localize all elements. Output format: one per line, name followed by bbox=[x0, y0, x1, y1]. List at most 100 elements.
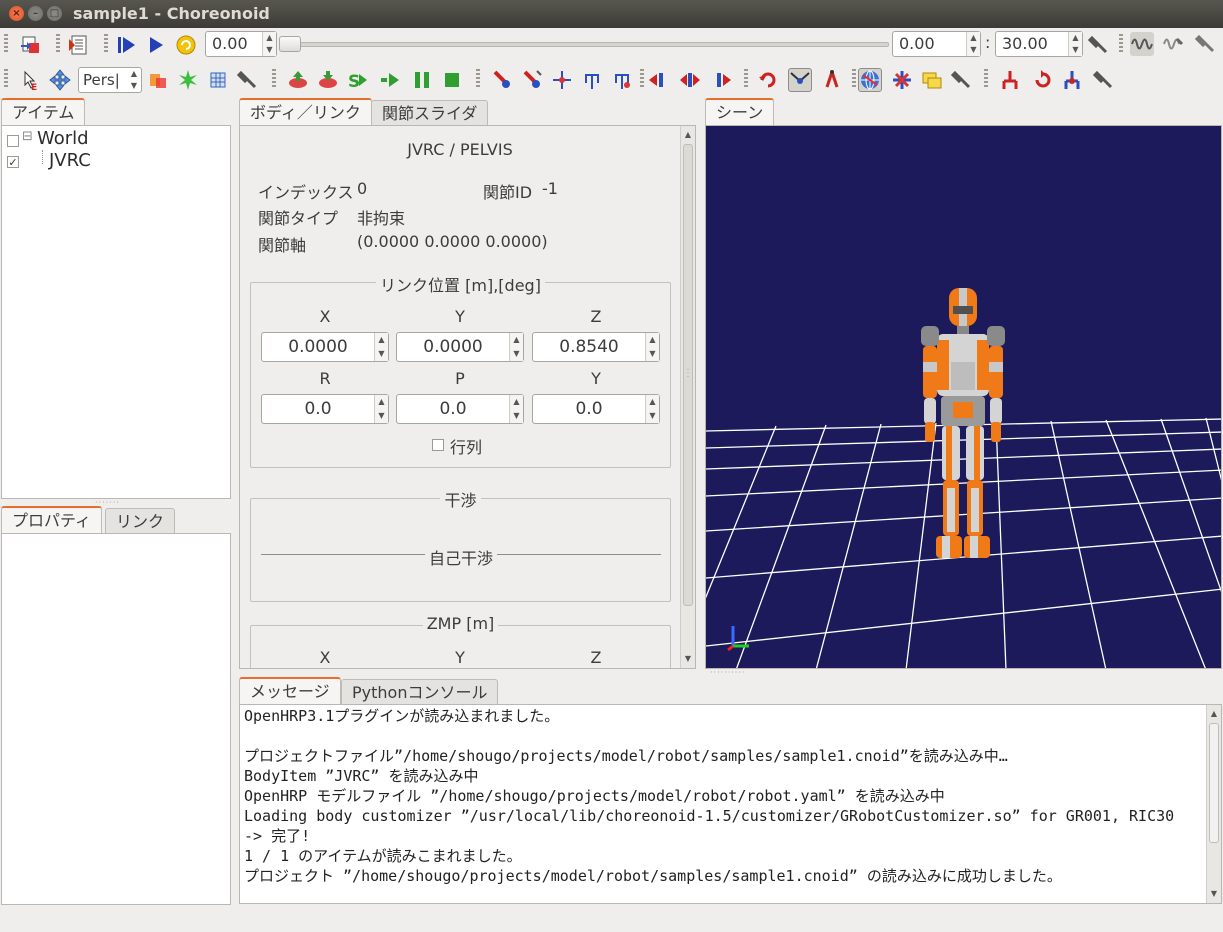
pos-z-input[interactable]: 0.8540 ▲ ▼ bbox=[532, 332, 660, 362]
time-spin-arrows[interactable]: ▲ ▼ bbox=[262, 32, 276, 56]
graph-settings-icon[interactable] bbox=[1194, 32, 1218, 56]
time-slider-handle[interactable] bbox=[279, 36, 301, 52]
pos-x-input[interactable]: 0.0000 ▲ ▼ bbox=[261, 332, 389, 362]
spin-arrows[interactable]: ▲ ▼ bbox=[374, 395, 388, 423]
minimize-window-button[interactable]: – bbox=[28, 6, 43, 21]
toolbar-grip[interactable] bbox=[852, 69, 856, 89]
window-stack-icon[interactable] bbox=[920, 68, 944, 92]
spin-arrows[interactable]: ▲ ▼ bbox=[645, 333, 659, 361]
scene-canvas[interactable] bbox=[706, 126, 1222, 669]
grid-icon[interactable] bbox=[206, 68, 230, 92]
flip-right-icon[interactable] bbox=[710, 68, 734, 92]
tab-link[interactable]: リンク bbox=[105, 508, 176, 533]
ik-pin-edit-icon[interactable] bbox=[520, 68, 544, 92]
pos-y-input[interactable]: 0.0000 ▲ ▼ bbox=[396, 332, 524, 362]
spin-arrows[interactable]: ▲ ▼ bbox=[509, 395, 523, 423]
sim-pause-icon[interactable] bbox=[410, 68, 434, 92]
toolbar-grip[interactable] bbox=[476, 69, 480, 89]
scene-viewport[interactable] bbox=[705, 125, 1222, 669]
rot-r-input[interactable]: 0.0 ▲ ▼ bbox=[261, 394, 389, 424]
world-checkbox[interactable] bbox=[7, 135, 19, 147]
current-time-input[interactable]: 0.00 ▲ ▼ bbox=[205, 31, 277, 57]
script-icon[interactable] bbox=[66, 33, 90, 57]
burst-icon[interactable] bbox=[176, 68, 200, 92]
toolbar-grip[interactable] bbox=[272, 69, 276, 89]
balance-icon[interactable] bbox=[820, 68, 844, 92]
play-icon[interactable] bbox=[144, 33, 168, 57]
range-start-spin-arrows[interactable]: ▲ ▼ bbox=[966, 32, 980, 56]
message-scrollbar[interactable]: ▲ ▼ bbox=[1206, 705, 1221, 903]
kinematics-ik-icon[interactable] bbox=[1060, 68, 1084, 92]
wrench-icon[interactable] bbox=[1087, 33, 1111, 57]
robot-jvrc[interactable] bbox=[921, 288, 1005, 558]
tab-items[interactable]: アイテム bbox=[1, 98, 86, 125]
toolbar-grip[interactable] bbox=[104, 34, 108, 54]
refresh-pose-icon[interactable] bbox=[756, 68, 780, 92]
edit-mode-icon[interactable]: E bbox=[18, 68, 42, 92]
splitter-handle[interactable]: ··· bbox=[683, 368, 692, 379]
sim-stop-icon[interactable] bbox=[440, 68, 464, 92]
time-range-start-input[interactable]: 0.00 ▲ ▼ bbox=[892, 31, 981, 57]
view-mode-select[interactable]: Pers| ▲ ▼ bbox=[78, 67, 142, 93]
scroll-down-button[interactable]: ▼ bbox=[1207, 887, 1221, 901]
refresh-icon[interactable] bbox=[174, 33, 198, 57]
joint-up-icon[interactable] bbox=[580, 68, 604, 92]
ik-pin-icon[interactable] bbox=[490, 68, 514, 92]
kinematics-fk-icon[interactable] bbox=[998, 68, 1022, 92]
graph-wave-icon[interactable] bbox=[1130, 32, 1154, 56]
tab-joint-slider[interactable]: 関節スライダ bbox=[371, 100, 489, 125]
toolbar-grip[interactable] bbox=[744, 69, 748, 89]
store-pose-icon[interactable] bbox=[286, 68, 310, 92]
tab-messages[interactable]: メッセージ bbox=[239, 677, 341, 704]
restore-pose-icon[interactable] bbox=[316, 68, 340, 92]
view-move-icon[interactable] bbox=[48, 68, 72, 92]
joint-center-icon[interactable] bbox=[550, 68, 574, 92]
tab-body-link[interactable]: ボディ／リンク bbox=[239, 98, 372, 125]
tab-scene[interactable]: シーン bbox=[705, 98, 775, 125]
time-slider-track[interactable] bbox=[283, 42, 889, 47]
zmp-toggle-icon[interactable] bbox=[788, 68, 812, 92]
create-item-icon[interactable] bbox=[18, 33, 42, 57]
globe-icon[interactable] bbox=[858, 68, 882, 92]
flip-both-icon[interactable] bbox=[678, 68, 702, 92]
spin-arrows[interactable]: ▲ ▼ bbox=[374, 333, 388, 361]
jvrc-checkbox[interactable]: ✓ bbox=[7, 156, 19, 168]
toolbar-grip[interactable] bbox=[56, 34, 60, 54]
body-link-scrollbar[interactable]: ▲ ▼ bbox=[680, 126, 695, 668]
collision-visual-icon[interactable] bbox=[146, 68, 170, 92]
sim-start-icon[interactable]: S bbox=[346, 68, 370, 92]
tree-expand-icon[interactable]: ⊟ bbox=[22, 129, 33, 144]
collision-body-icon[interactable] bbox=[890, 68, 914, 92]
tab-python-console[interactable]: Pythonコンソール bbox=[341, 679, 499, 704]
matrix-checkbox[interactable] bbox=[432, 439, 444, 451]
joint-down-icon[interactable] bbox=[610, 68, 634, 92]
kinematics-reset-icon[interactable] bbox=[1030, 68, 1054, 92]
sim-resume-icon[interactable] bbox=[378, 68, 402, 92]
spin-arrows[interactable]: ▲ ▼ bbox=[509, 333, 523, 361]
splitter-handle[interactable]: ·········· bbox=[710, 668, 745, 677]
toolbar-grip[interactable] bbox=[4, 69, 8, 89]
time-range-end-input[interactable]: 30.00 ▲ ▼ bbox=[995, 31, 1083, 57]
view-mode-arrows[interactable]: ▲ ▼ bbox=[127, 68, 141, 92]
toolbar-grip[interactable] bbox=[984, 69, 988, 89]
tree-item-jvrc[interactable]: JVRC bbox=[49, 150, 91, 171]
tab-properties[interactable]: プロパティ bbox=[1, 506, 103, 533]
range-end-spin-arrows[interactable]: ▲ ▼ bbox=[1068, 32, 1082, 56]
graph-wave-edit-icon[interactable] bbox=[1162, 32, 1186, 56]
toolbar-grip[interactable] bbox=[4, 34, 8, 54]
spin-arrows[interactable]: ▲ ▼ bbox=[645, 395, 659, 423]
title-bar[interactable]: × – □ sample1 - Choreonoid bbox=[0, 0, 1223, 28]
maximize-window-button[interactable]: □ bbox=[47, 6, 62, 21]
tree-item-world[interactable]: World bbox=[37, 128, 89, 149]
body-settings-icon[interactable] bbox=[950, 68, 974, 92]
rot-y-input[interactable]: 0.0 ▲ ▼ bbox=[532, 394, 660, 424]
scroll-thumb[interactable] bbox=[1209, 723, 1219, 843]
play-from-start-icon[interactable] bbox=[114, 33, 138, 57]
kinematics-settings-icon[interactable] bbox=[1092, 68, 1116, 92]
scene-settings-icon[interactable] bbox=[236, 68, 260, 92]
toolbar-grip[interactable] bbox=[640, 69, 644, 89]
toolbar-grip[interactable] bbox=[1119, 34, 1123, 54]
flip-left-icon[interactable] bbox=[646, 68, 670, 92]
scroll-down-button[interactable]: ▼ bbox=[681, 652, 695, 666]
scroll-up-button[interactable]: ▲ bbox=[1207, 707, 1221, 721]
